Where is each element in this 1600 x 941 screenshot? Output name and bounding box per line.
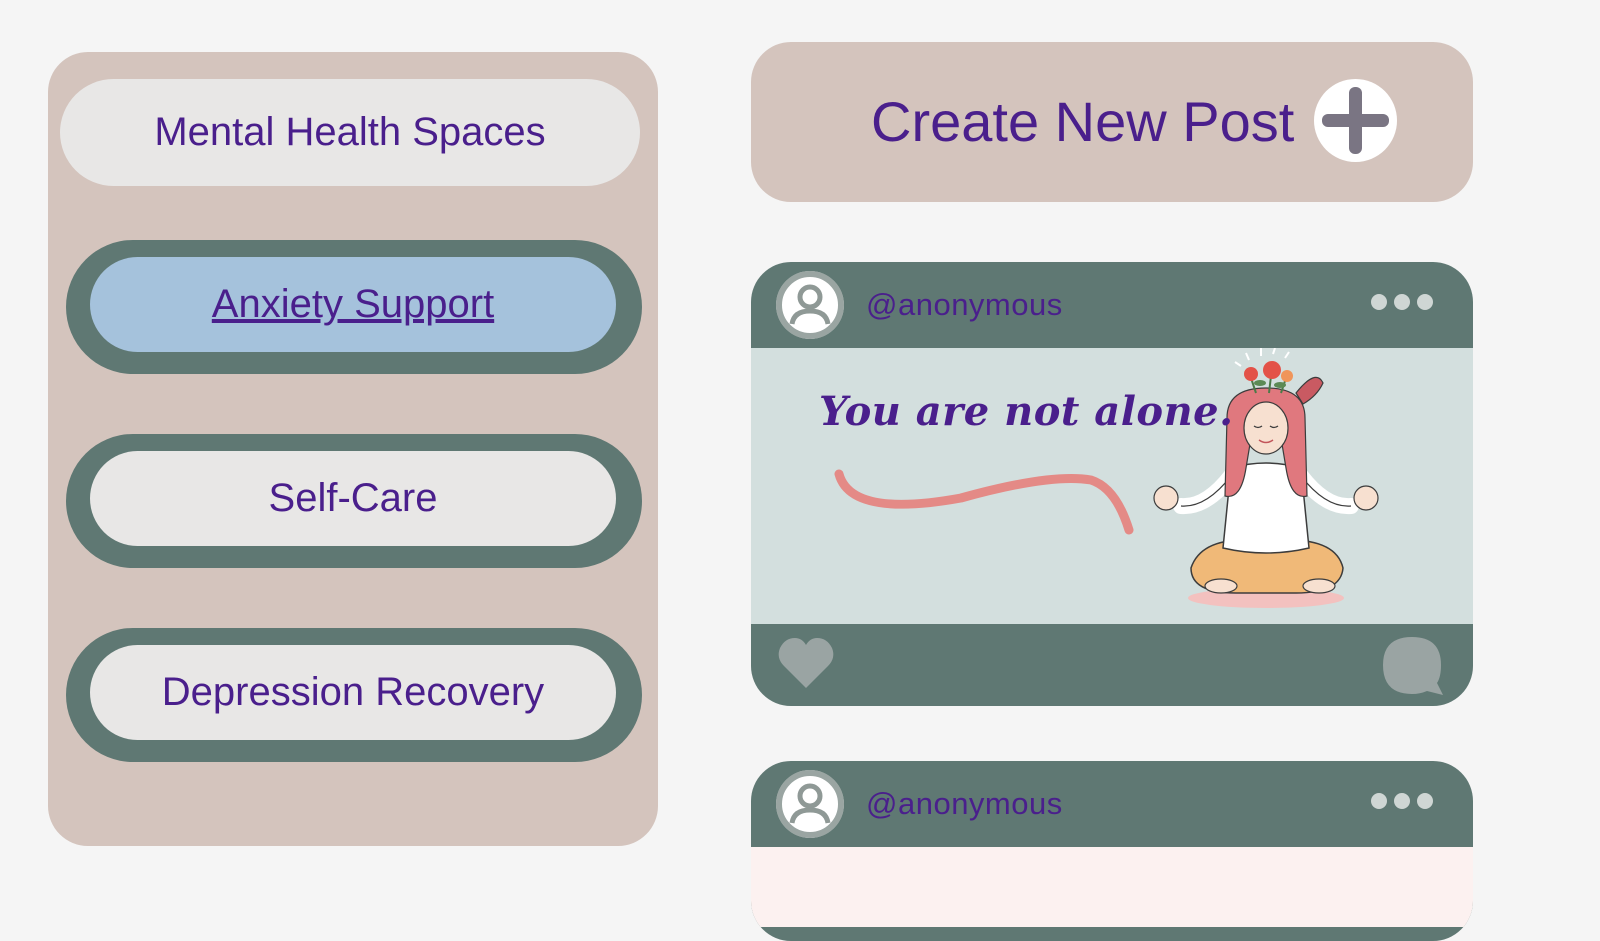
plus-icon[interactable] xyxy=(1314,79,1397,162)
post-header: @anonymous xyxy=(751,262,1473,347)
post-image-text: You are not alone. xyxy=(819,388,1234,435)
post-header: @anonymous xyxy=(751,761,1473,846)
spaces-sidebar: Mental Health Spaces Anxiety Support Sel… xyxy=(48,52,658,846)
space-item-label[interactable]: Self-Care xyxy=(90,451,616,546)
more-dots-icon[interactable] xyxy=(1371,793,1441,813)
space-item-label[interactable]: Depression Recovery xyxy=(90,645,616,740)
post-footer xyxy=(751,624,1473,706)
avatar-icon[interactable] xyxy=(776,271,844,339)
more-dots-icon[interactable] xyxy=(1371,294,1441,314)
comment-icon[interactable] xyxy=(1379,633,1445,702)
avatar-icon[interactable] xyxy=(776,770,844,838)
post-image: You are not alone. xyxy=(751,348,1473,624)
create-new-post-button[interactable]: Create New Post xyxy=(751,42,1473,202)
heart-icon[interactable] xyxy=(776,634,836,697)
space-item-anxiety-support[interactable]: Anxiety Support xyxy=(66,240,642,374)
create-post-label: Create New Post xyxy=(871,90,1295,153)
space-item-label[interactable]: Anxiety Support xyxy=(90,257,616,352)
space-item-depression-recovery[interactable]: Depression Recovery xyxy=(66,628,642,762)
post-username[interactable]: @anonymous xyxy=(866,761,1063,846)
post-image xyxy=(751,847,1473,927)
post-card: @anonymous xyxy=(751,761,1473,941)
sidebar-title: Mental Health Spaces xyxy=(60,79,640,186)
space-item-self-care[interactable]: Self-Care xyxy=(66,434,642,568)
post-card: @anonymous xyxy=(751,262,1473,706)
post-username[interactable]: @anonymous xyxy=(866,262,1063,347)
